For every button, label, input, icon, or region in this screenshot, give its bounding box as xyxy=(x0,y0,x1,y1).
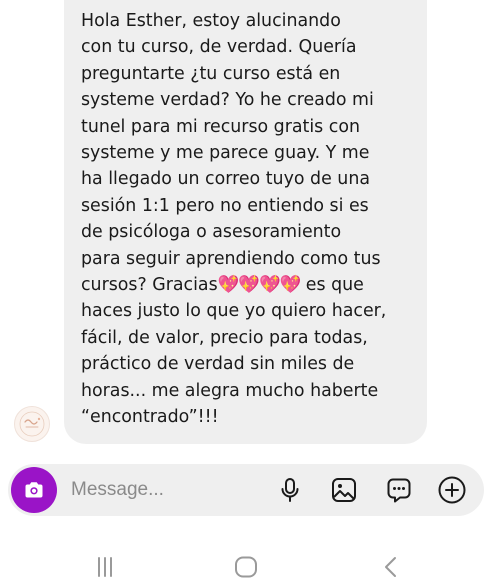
dm-thread-screen: Hola Esther, estoy alucinando con tu cur… xyxy=(0,0,484,588)
system-navigation-bar xyxy=(0,540,484,588)
back-icon xyxy=(385,557,396,577)
sticker-chat-icon xyxy=(387,478,411,503)
sticker-chat-button[interactable] xyxy=(384,475,414,505)
message-input[interactable] xyxy=(71,476,261,504)
sender-avatar[interactable] xyxy=(14,406,50,442)
microphone-button[interactable] xyxy=(275,475,305,505)
avatar-logo-icon xyxy=(19,411,45,437)
add-icon xyxy=(438,476,466,504)
add-button[interactable] xyxy=(437,475,467,505)
gallery-icon xyxy=(332,478,356,502)
camera-button[interactable] xyxy=(11,467,57,513)
message-text: Hola Esther, estoy alucinando con tu cur… xyxy=(81,8,409,431)
home-icon xyxy=(235,556,257,578)
message-text-part-1: Hola Esther, estoy alucinando con tu cur… xyxy=(81,11,381,296)
message-composer xyxy=(8,464,484,516)
microphone-icon xyxy=(281,478,299,502)
incoming-message-bubble[interactable]: Hola Esther, estoy alucinando con tu cur… xyxy=(64,0,427,444)
recent-apps-icon xyxy=(98,557,112,577)
home-button[interactable] xyxy=(231,554,261,580)
message-text-part-2: es que haces justo lo que yo quiero hace… xyxy=(81,275,387,428)
back-button[interactable] xyxy=(376,554,406,580)
recent-apps-button[interactable] xyxy=(90,554,120,580)
camera-icon xyxy=(25,482,43,498)
heart-emoji-group: 💖💖💖💖 xyxy=(217,275,302,296)
gallery-button[interactable] xyxy=(329,475,359,505)
